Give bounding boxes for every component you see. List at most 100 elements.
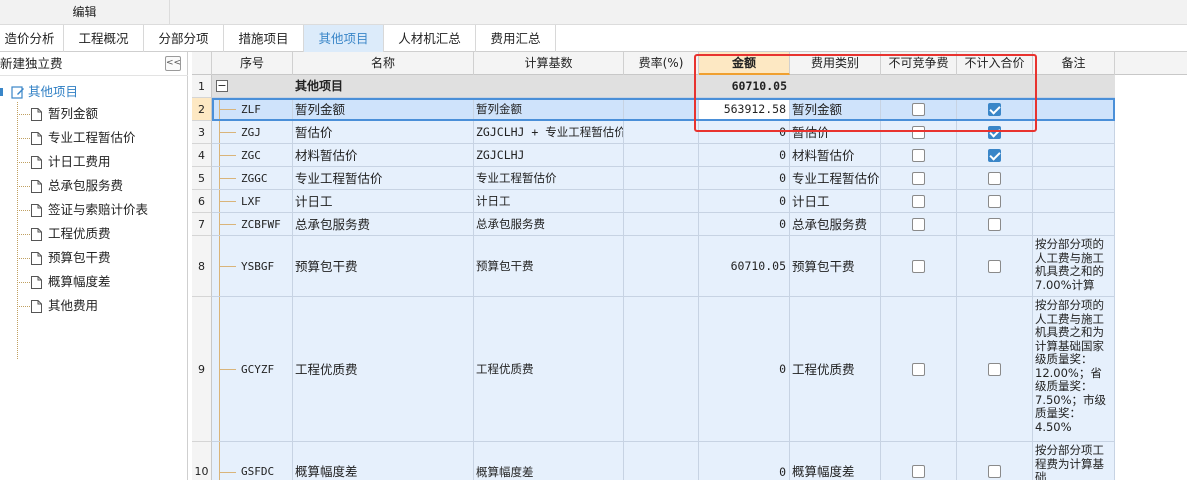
tab-project-overview[interactable]: 工程概况 <box>64 25 144 52</box>
cell-remark[interactable]: 按分部分项的人工费与施工机具费之和的7.00%计算 <box>1033 236 1115 297</box>
header-name[interactable]: 名称 <box>293 52 474 75</box>
cell-base[interactable]: ZGJCLHJ + 专业工程暂估价 <box>474 121 624 144</box>
non-competitive-checkbox[interactable] <box>912 195 925 208</box>
cell-rate[interactable] <box>624 144 699 167</box>
table-row[interactable]: 3 ZGJ 暂估价 ZGJCLHJ + 专业工程暂估价 0 暂估价 <box>192 121 1115 144</box>
tab-cost-analysis[interactable]: 造价分析 <box>0 25 64 52</box>
cell-non-competitive[interactable] <box>881 121 957 144</box>
cell-amount[interactable]: 0 <box>699 442 790 480</box>
not-in-total-checkbox[interactable] <box>988 218 1001 231</box>
cell-name[interactable]: 总承包服务费 <box>293 213 474 236</box>
tab-other-items[interactable]: 其他项目 <box>304 25 384 52</box>
header-not-in-total[interactable]: 不计入合价 <box>957 52 1033 75</box>
not-in-total-checkbox[interactable] <box>988 172 1001 185</box>
cell-rate[interactable] <box>624 213 699 236</box>
cell-rate[interactable] <box>624 121 699 144</box>
cell-remark[interactable] <box>1033 98 1115 121</box>
cell-name[interactable]: 计日工 <box>293 190 474 213</box>
cell-remark[interactable] <box>1033 213 1115 236</box>
cell-rate[interactable] <box>624 236 699 297</box>
cell-non-competitive[interactable] <box>881 190 957 213</box>
cell-name[interactable]: 概算幅度差 <box>293 442 474 480</box>
not-in-total-checkbox[interactable] <box>988 103 1001 116</box>
cell-base[interactable]: 计日工 <box>474 190 624 213</box>
cell-not-in-total[interactable] <box>957 167 1033 190</box>
not-in-total-checkbox[interactable] <box>988 260 1001 273</box>
header-category[interactable]: 费用类别 <box>790 52 881 75</box>
header-amount[interactable]: 金额 <box>699 52 790 75</box>
cell-non-competitive[interactable] <box>881 144 957 167</box>
non-competitive-checkbox[interactable] <box>912 465 925 478</box>
cell-seq[interactable]: GSFDC <box>212 442 293 480</box>
table-row[interactable]: 7 ZCBFWF 总承包服务费 总承包服务费 0 总承包服务费 <box>192 213 1115 236</box>
tree-expand-icon[interactable] <box>0 82 4 102</box>
collapse-sidebar-button[interactable]: << <box>165 56 181 71</box>
cell-not-in-total[interactable] <box>957 144 1033 167</box>
table-row[interactable]: 8 YSBGF 预算包干费 预算包干费 60710.05 预算包干费 按分部分项的人工费与施… <box>192 236 1115 297</box>
cell-not-in-total[interactable] <box>957 98 1033 121</box>
cell-name[interactable]: 暂估价 <box>293 121 474 144</box>
non-competitive-checkbox[interactable] <box>912 218 925 231</box>
cell-base[interactable]: 暂列金额 <box>474 98 624 121</box>
cell-rate[interactable] <box>624 190 699 213</box>
cell-name[interactable]: 暂列金额 <box>293 98 474 121</box>
cell-not-in-total[interactable] <box>957 121 1033 144</box>
cell-rate[interactable] <box>624 297 699 442</box>
cell-non-competitive[interactable] <box>881 98 957 121</box>
cell-name[interactable]: 预算包干费 <box>293 236 474 297</box>
cell-base[interactable]: 总承包服务费 <box>474 213 624 236</box>
cell-seq[interactable]: ZCBFWF <box>212 213 293 236</box>
tab-divisional-items[interactable]: 分部分项 <box>144 25 224 52</box>
cell-non-competitive[interactable] <box>881 442 957 480</box>
cell-amount[interactable]: 0 <box>699 213 790 236</box>
cell-seq[interactable]: ZGJ <box>212 121 293 144</box>
non-competitive-checkbox[interactable] <box>912 126 925 139</box>
cell-seq[interactable]: YSBGF <box>212 236 293 297</box>
cell-amount[interactable]: 0 <box>699 167 790 190</box>
cell-remark[interactable] <box>1033 167 1115 190</box>
cell-name[interactable]: 材料暂估价 <box>293 144 474 167</box>
header-seq[interactable]: 序号 <box>212 52 293 75</box>
table-row[interactable]: 6 LXF 计日工 计日工 0 计日工 <box>192 190 1115 213</box>
table-row[interactable]: 10 GSFDC 概算幅度差 概算幅度差 0 概算幅度差 按分部分项工程费为计算基础 <box>192 442 1115 480</box>
cell-not-in-total[interactable] <box>957 297 1033 442</box>
cell-amount[interactable]: 0 <box>699 297 790 442</box>
cell-category[interactable]: 概算幅度差 <box>790 442 881 480</box>
cell-remark[interactable]: 按分部分项工程费为计算基础 <box>1033 442 1115 480</box>
header-non-competitive[interactable]: 不可竞争费 <box>881 52 957 75</box>
cell-not-in-total[interactable] <box>957 190 1033 213</box>
cell-rate[interactable] <box>624 442 699 480</box>
cell-category[interactable]: 暂列金额 <box>790 98 881 121</box>
cell-remark[interactable] <box>1033 121 1115 144</box>
not-in-total-checkbox[interactable] <box>988 363 1001 376</box>
cell-remark[interactable] <box>1033 144 1115 167</box>
non-competitive-checkbox[interactable] <box>912 260 925 273</box>
not-in-total-checkbox[interactable] <box>988 149 1001 162</box>
cell-rate[interactable] <box>624 98 699 121</box>
tab-measure-items[interactable]: 措施项目 <box>224 25 304 52</box>
cell-category[interactable]: 暂估价 <box>790 121 881 144</box>
collapse-group-icon[interactable]: − <box>216 80 228 92</box>
non-competitive-checkbox[interactable] <box>912 103 925 116</box>
cell-name[interactable]: 工程优质费 <box>293 297 474 442</box>
cell-rate[interactable] <box>624 167 699 190</box>
table-row[interactable]: 5 ZGGC 专业工程暂估价 专业工程暂估价 0 专业工程暂估价 <box>192 167 1115 190</box>
new-independent-fee-button[interactable]: 新建独立费 <box>0 52 63 76</box>
cell-category[interactable]: 总承包服务费 <box>790 213 881 236</box>
not-in-total-checkbox[interactable] <box>988 465 1001 478</box>
cell-remark[interactable] <box>1033 190 1115 213</box>
cell-base[interactable]: ZGJCLHJ <box>474 144 624 167</box>
non-competitive-checkbox[interactable] <box>912 363 925 376</box>
cell-seq[interactable]: ZGC <box>212 144 293 167</box>
cell-category[interactable]: 材料暂估价 <box>790 144 881 167</box>
cell-seq[interactable]: GCYZF <box>212 297 293 442</box>
cell-not-in-total[interactable] <box>957 213 1033 236</box>
table-row[interactable]: 4 ZGC 材料暂估价 ZGJCLHJ 0 材料暂估价 <box>192 144 1115 167</box>
cell-amount[interactable]: 563912.58 <box>699 98 790 121</box>
cell-amount[interactable]: 0 <box>699 121 790 144</box>
cell-category[interactable]: 专业工程暂估价 <box>790 167 881 190</box>
cell-category[interactable]: 预算包干费 <box>790 236 881 297</box>
not-in-total-checkbox[interactable] <box>988 195 1001 208</box>
cell-non-competitive[interactable] <box>881 213 957 236</box>
cell-not-in-total[interactable] <box>957 236 1033 297</box>
